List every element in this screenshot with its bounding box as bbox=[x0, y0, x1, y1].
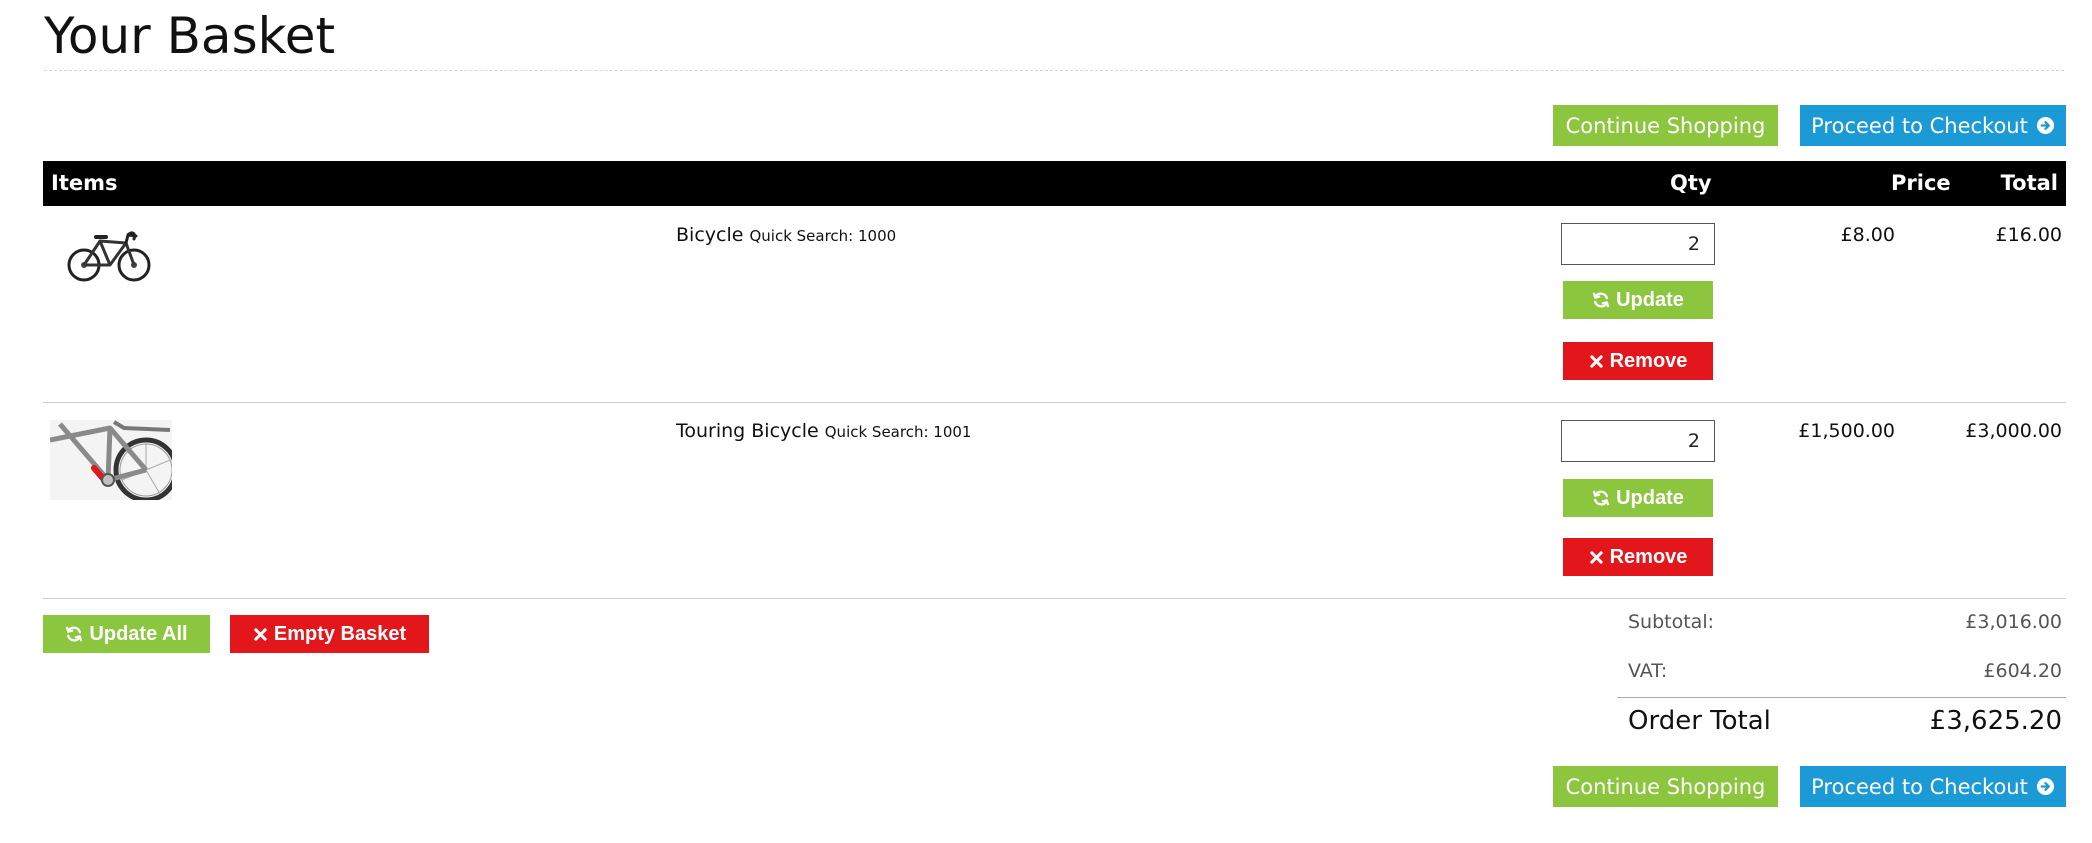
empty-basket-label: Empty Basket bbox=[273, 622, 407, 645]
quick-search-code: Quick Search: 1000 bbox=[749, 227, 897, 245]
arrow-circle-right-icon bbox=[2036, 777, 2054, 796]
header-qty: Qty bbox=[1670, 171, 1712, 195]
product-name: Bicycle Quick Search: 1000 bbox=[676, 224, 896, 246]
vat-label: VAT: bbox=[1628, 660, 1668, 682]
item-price: £8.00 bbox=[1840, 224, 1895, 246]
header-price: Price bbox=[1891, 171, 1951, 195]
update-label: Update bbox=[1616, 288, 1684, 311]
update-all-button[interactable]: Update All bbox=[43, 615, 210, 653]
subtotal-label: Subtotal: bbox=[1628, 611, 1715, 633]
product-title: Bicycle bbox=[676, 224, 744, 246]
remove-label: Remove bbox=[1609, 349, 1688, 372]
page-title: Your Basket bbox=[44, 7, 336, 65]
update-all-label: Update All bbox=[89, 622, 188, 645]
header-items: Items bbox=[51, 171, 118, 195]
subtotal-value: £3,016.00 bbox=[1965, 611, 2062, 633]
refresh-icon bbox=[1592, 490, 1610, 506]
refresh-icon bbox=[66, 626, 83, 642]
remove-item-button[interactable]: Remove bbox=[1563, 342, 1713, 380]
update-item-button[interactable]: Update bbox=[1563, 281, 1713, 319]
continue-shopping-label: Continue Shopping bbox=[1565, 113, 1766, 138]
row-divider bbox=[43, 598, 2066, 599]
continue-shopping-button-top[interactable]: Continue Shopping bbox=[1553, 105, 1778, 146]
order-total-label: Order Total bbox=[1628, 706, 1771, 736]
empty-basket-button[interactable]: Empty Basket bbox=[230, 615, 429, 653]
quantity-input[interactable] bbox=[1561, 223, 1715, 265]
header-total: Total bbox=[2000, 171, 2058, 195]
product-title: Touring Bicycle bbox=[676, 420, 819, 442]
basket-page: Your Basket Continue Shopping Proceed to… bbox=[0, 0, 2092, 843]
touring-bicycle-image bbox=[50, 420, 172, 500]
row-divider bbox=[43, 402, 2066, 403]
item-price: £1,500.00 bbox=[1798, 420, 1895, 442]
product-name: Touring Bicycle Quick Search: 1001 bbox=[676, 420, 971, 442]
basket-table-header: Items Qty Price Total bbox=[43, 161, 2066, 206]
quantity-input[interactable] bbox=[1561, 420, 1715, 462]
remove-item-button[interactable]: Remove bbox=[1563, 538, 1713, 576]
refresh-icon bbox=[1592, 292, 1610, 308]
proceed-to-checkout-button-top[interactable]: Proceed to Checkout bbox=[1800, 105, 2066, 146]
times-icon bbox=[1589, 550, 1603, 564]
times-icon bbox=[254, 627, 267, 641]
proceed-to-checkout-button-bottom[interactable]: Proceed to Checkout bbox=[1800, 766, 2066, 807]
proceed-to-checkout-label: Proceed to Checkout bbox=[1811, 113, 2028, 138]
times-icon bbox=[1589, 354, 1603, 368]
vat-value: £604.20 bbox=[1983, 660, 2062, 682]
continue-shopping-button-bottom[interactable]: Continue Shopping bbox=[1553, 766, 1778, 807]
quick-search-code: Quick Search: 1001 bbox=[824, 423, 972, 441]
proceed-to-checkout-label: Proceed to Checkout bbox=[1811, 774, 2028, 799]
continue-shopping-label: Continue Shopping bbox=[1565, 774, 1766, 799]
item-total: £16.00 bbox=[1995, 224, 2062, 246]
arrow-circle-right-icon bbox=[2036, 116, 2054, 135]
road-bicycle-image bbox=[67, 231, 151, 282]
summary-divider bbox=[1617, 697, 2066, 698]
update-label: Update bbox=[1616, 486, 1684, 509]
remove-label: Remove bbox=[1609, 545, 1688, 568]
title-divider bbox=[44, 70, 2064, 71]
item-total: £3,000.00 bbox=[1965, 420, 2062, 442]
order-total-value: £3,625.20 bbox=[1929, 706, 2062, 736]
update-item-button[interactable]: Update bbox=[1563, 479, 1713, 517]
